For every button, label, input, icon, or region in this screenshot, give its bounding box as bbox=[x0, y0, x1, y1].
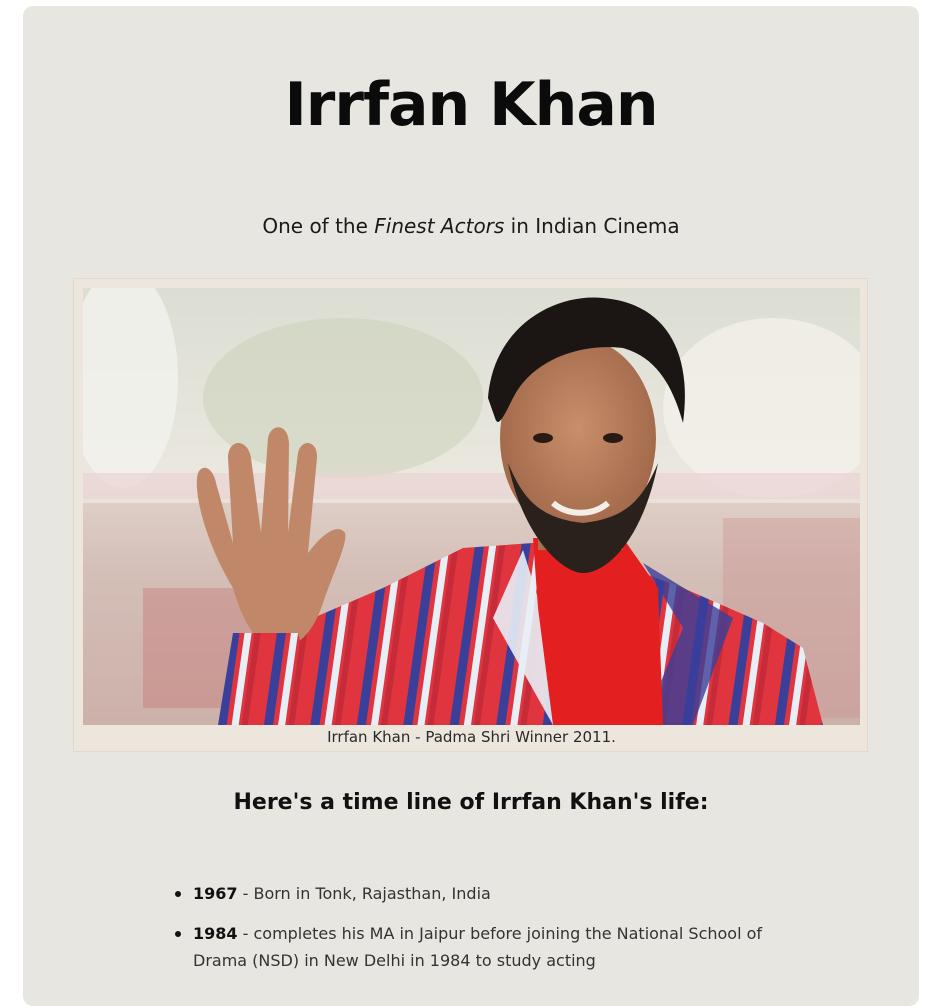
image-figure: Irrfan Khan - Padma Shri Winner 2011. bbox=[73, 278, 868, 752]
subtitle-emphasis: Finest Actors bbox=[374, 214, 505, 238]
page-subtitle: One of the Finest Actors in Indian Cinem… bbox=[0, 212, 942, 240]
timeline-text: - Born in Tonk, Rajasthan, India bbox=[237, 884, 491, 903]
timeline-text: - completes his MA in Jaipur before join… bbox=[193, 924, 763, 970]
figure-caption: Irrfan Khan - Padma Shri Winner 2011. bbox=[327, 728, 616, 746]
timeline-year: 1984 bbox=[193, 924, 238, 943]
photo-illustration bbox=[83, 288, 860, 725]
timeline-heading: Here's a time line of Irrfan Khan's life… bbox=[233, 790, 709, 815]
irrfan-khan-photo bbox=[83, 288, 860, 725]
subtitle-after: in Indian Cinema bbox=[504, 214, 680, 238]
bullet-icon bbox=[175, 891, 181, 897]
timeline-item-1967: 1967 - Born in Tonk, Rajasthan, India bbox=[175, 880, 765, 907]
timeline-item-1984: 1984 - completes his MA in Jaipur before… bbox=[175, 920, 765, 974]
timeline-year: 1967 bbox=[193, 884, 238, 903]
page-title: Irrfan Khan bbox=[284, 70, 658, 140]
subtitle-before: One of the bbox=[262, 214, 375, 238]
bullet-icon bbox=[175, 931, 181, 937]
